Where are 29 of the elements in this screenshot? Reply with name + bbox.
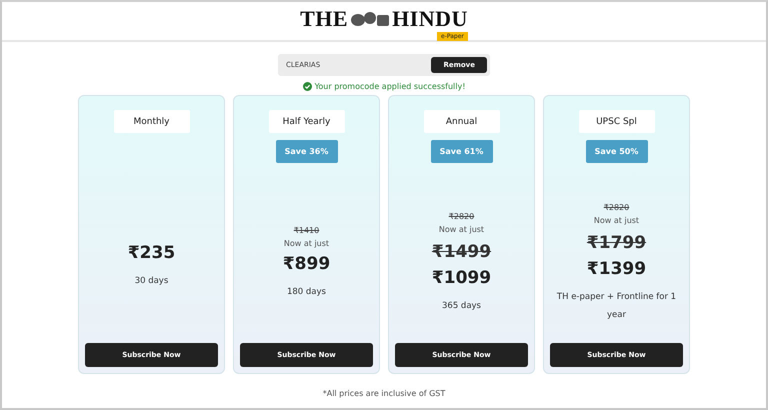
original-price: ₹2820 <box>604 202 630 212</box>
plan-title: Monthly <box>114 110 190 133</box>
plan-duration: 180 days <box>286 286 327 298</box>
old-price: ₹1499 <box>432 242 492 262</box>
plan-price: ₹899 <box>282 254 330 274</box>
old-price: ₹1799 <box>586 232 646 252</box>
original-price: ₹2820 <box>448 212 474 220</box>
original-price: ₹1410 <box>294 226 320 234</box>
save-tag: Save 50% <box>586 140 648 163</box>
offer-label: Now at just <box>284 238 330 248</box>
logo-wordmark: THE <box>300 6 348 32</box>
plan-duration: 365 days <box>441 300 482 312</box>
plan-price: ₹1099 <box>432 268 492 288</box>
offer-label: Now at just <box>438 224 484 234</box>
plan-duration: TH e-paper + Frontline for 1 year <box>556 290 678 322</box>
plan-title: UPSC Spl <box>578 110 654 133</box>
save-tag: Save 36% <box>276 140 338 163</box>
plan-price: ₹1399 <box>586 258 646 278</box>
gst-note: *All prices are inclusive of GST <box>322 389 446 398</box>
plan-price: ₹235 <box>128 242 176 262</box>
plan-title: Half Yearly <box>268 110 344 133</box>
success-message: Your promocode applied successfully! <box>314 82 466 91</box>
check-icon <box>302 82 312 91</box>
emblem-drawing <box>350 9 390 29</box>
logo-wordmark: HINDU <box>392 6 468 32</box>
plan-duration: 30 days <box>134 274 170 288</box>
plan-title: Annual <box>424 110 500 133</box>
offer-label: Now at just <box>594 216 640 224</box>
save-tag: Save 61% <box>430 140 492 163</box>
